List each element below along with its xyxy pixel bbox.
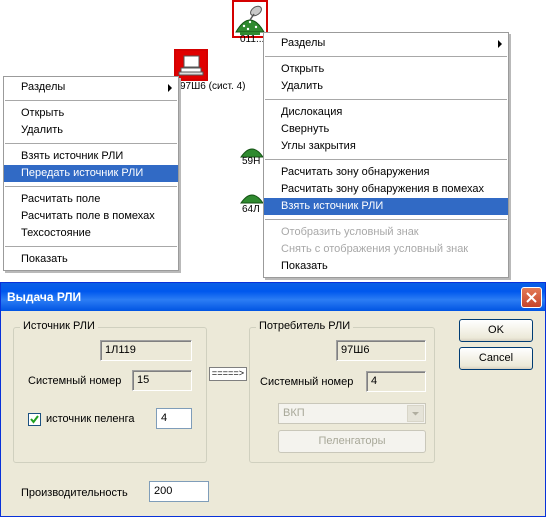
menu-item-label: Передать источник РЛИ — [21, 167, 144, 179]
checkmark-icon — [30, 415, 39, 424]
chevron-down-icon — [412, 412, 419, 416]
menu-item-show[interactable]: Показать — [4, 251, 178, 268]
dialog-titlebar[interactable]: Выдача РЛИ — [1, 283, 545, 311]
source-group-title: Источник РЛИ — [20, 320, 98, 332]
menu-item-label: Техсостояние — [21, 227, 91, 239]
submenu-arrow-icon — [498, 40, 502, 48]
menu-item-label: Отобразить условный знак — [281, 226, 419, 238]
consumer-name-field: 97Ш6 — [336, 340, 426, 361]
rli-transfer-dialog: Выдача РЛИ Источник РЛИ 1Л119 Системный … — [0, 282, 546, 517]
cancel-button[interactable]: Cancel — [459, 347, 533, 370]
menu-item-calc-detection-zone[interactable]: Расчитать зону обнаружения — [264, 164, 508, 181]
consumer-group-title: Потребитель РЛИ — [256, 320, 354, 332]
menu-item-label: Удалить — [21, 124, 63, 136]
menu-item-dislocation[interactable]: Дислокация — [264, 104, 508, 121]
menu-item-label: Показать — [21, 253, 68, 265]
menu-separator — [5, 100, 177, 101]
close-icon — [526, 292, 537, 303]
direction-finders-button: Пеленгаторы — [278, 430, 426, 453]
unit-label: 011... — [240, 34, 265, 45]
menu-separator — [5, 186, 177, 187]
menu-separator — [265, 56, 507, 57]
submenu-arrow-icon — [168, 84, 172, 92]
menu-item-label: Расчитать зону обнаружения — [281, 166, 430, 178]
menu-item-label: Удалить — [281, 80, 323, 92]
menu-item-delete[interactable]: Удалить — [264, 78, 508, 95]
combo-dropdown-button — [407, 405, 424, 422]
menu-item-label: Взять источник РЛИ — [281, 200, 384, 212]
menu-item-label: Открыть — [281, 63, 325, 75]
left-context-menu: Разделы Открыть Удалить Взять источник Р… — [3, 76, 179, 271]
menu-item-label: Свернуть — [281, 123, 330, 135]
transfer-arrow: =====> — [209, 367, 247, 381]
menu-item-tech-state[interactable]: Техсостояние — [4, 225, 178, 242]
menu-separator — [265, 159, 507, 160]
consumer-groupbox: Потребитель РЛИ 97Ш6 Системный номер 4 В… — [249, 320, 435, 463]
dialog-title: Выдача РЛИ — [7, 290, 82, 304]
menu-item-label: Открыть — [21, 107, 65, 119]
computer-unit-icon[interactable] — [174, 49, 208, 81]
menu-item-label: Разделы — [21, 81, 66, 93]
menu-item-label: Снять с отображения условный знак — [281, 243, 469, 255]
menu-item-pass-rli-source[interactable]: Передать источник РЛИ — [4, 165, 178, 182]
close-button[interactable] — [521, 287, 542, 308]
ok-button[interactable]: OK — [459, 319, 533, 342]
menu-item-label: Разделы — [281, 37, 326, 49]
performance-input[interactable]: 200 — [149, 481, 209, 502]
menu-item-delete[interactable]: Удалить — [4, 122, 178, 139]
menu-separator — [5, 246, 177, 247]
menu-item-hide-symbol: Снять с отображения условный знак — [264, 241, 508, 258]
menu-item-closure-angles[interactable]: Углы закрытия — [264, 138, 508, 155]
right-context-menu: Разделы Открыть Удалить Дислокация Сверн… — [263, 32, 509, 278]
menu-item-label: Показать — [281, 260, 328, 272]
source-sysnum-label: Системный номер — [28, 375, 122, 387]
menu-item-open[interactable]: Открыть — [264, 61, 508, 78]
menu-item-sections[interactable]: Разделы — [4, 79, 178, 96]
menu-item-calc-field[interactable]: Расчитать поле — [4, 191, 178, 208]
combo-value: ВКП — [283, 407, 305, 419]
unit-label: 64Л — [242, 204, 260, 215]
menu-item-take-rli-source[interactable]: Взять источник РЛИ — [4, 148, 178, 165]
menu-item-label: Углы закрытия — [281, 140, 356, 152]
menu-item-show[interactable]: Показать — [264, 258, 508, 275]
menu-item-label: Дислокация — [281, 106, 343, 118]
menu-item-take-rli-source[interactable]: Взять источник РЛИ — [264, 198, 508, 215]
radar-unit-icon[interactable] — [240, 186, 264, 204]
menu-item-label: Расчитать поле — [21, 193, 101, 205]
menu-item-collapse[interactable]: Свернуть — [264, 121, 508, 138]
menu-item-label: Взять источник РЛИ — [21, 150, 124, 162]
source-groupbox: Источник РЛИ 1Л119 Системный номер 15 ис… — [13, 320, 207, 463]
consumer-sysnum-label: Системный номер — [260, 376, 354, 388]
consumer-combo: ВКП — [278, 403, 426, 424]
menu-separator — [265, 219, 507, 220]
menu-item-show-symbol: Отобразить условный знак — [264, 224, 508, 241]
menu-item-sections[interactable]: Разделы — [264, 35, 508, 52]
consumer-sysnum-field: 4 — [366, 371, 426, 392]
unit-label: 59Н — [242, 156, 261, 167]
menu-item-label: Расчитать поле в помехах — [21, 210, 155, 222]
menu-item-calc-detection-zone-jamming[interactable]: Расчитать зону обнаружения в помехах — [264, 181, 508, 198]
source-name-field: 1Л119 — [100, 340, 192, 361]
performance-label: Производительность — [21, 487, 128, 499]
bearing-value-input[interactable]: 4 — [156, 408, 192, 429]
menu-separator — [5, 143, 177, 144]
unit-label: 97Ш6 (сист. 4) — [180, 81, 246, 92]
menu-separator — [265, 99, 507, 100]
menu-item-calc-field-jamming[interactable]: Расчитать поле в помехах — [4, 208, 178, 225]
source-sysnum-field: 15 — [132, 370, 192, 391]
menu-item-label: Расчитать зону обнаружения в помехах — [281, 183, 484, 195]
bearing-source-checkbox[interactable] — [28, 413, 41, 426]
bearing-source-label: источник пеленга — [46, 413, 135, 425]
menu-item-open[interactable]: Открыть — [4, 105, 178, 122]
